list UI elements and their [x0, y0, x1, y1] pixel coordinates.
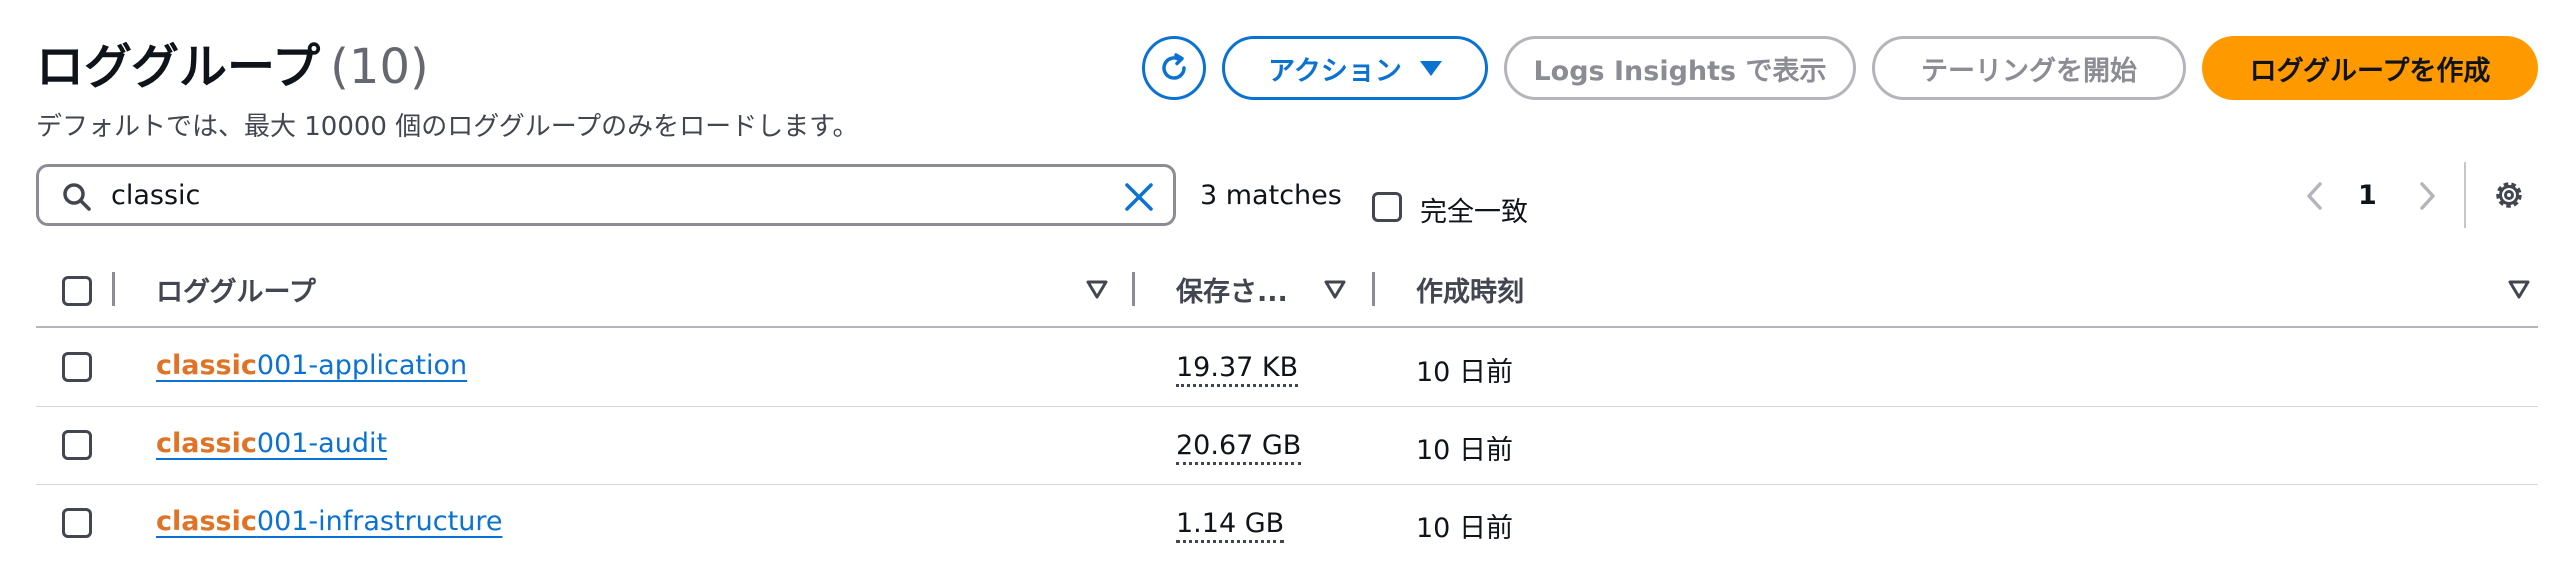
search-icon [63, 183, 91, 211]
log-group-count: (10) [330, 39, 429, 95]
match-count: 3 matches [1200, 180, 1342, 211]
page-title-text: ロググループ [36, 39, 321, 95]
table-header-divider [36, 326, 2538, 328]
column-header-creation-time[interactable]: 作成時刻 [1416, 270, 1524, 309]
previous-page-icon[interactable] [2300, 178, 2330, 214]
log-group-link[interactable]: classic001-infrastructure [156, 506, 502, 537]
pagination-divider [2464, 162, 2466, 228]
select-all-checkbox[interactable] [62, 276, 92, 306]
stored-bytes-value[interactable]: 20.67 GB [1176, 430, 1302, 465]
creation-time-value: 10 日前 [1416, 435, 1513, 466]
creation-time-value: 10 日前 [1416, 357, 1513, 388]
creation-time-value: 10 日前 [1416, 513, 1513, 544]
column-separator [112, 272, 115, 306]
row-divider [36, 484, 2538, 485]
caret-down-icon [1419, 60, 1442, 76]
actions-label: アクション [1268, 55, 1402, 87]
row-divider [36, 406, 2538, 407]
exact-match-checkbox[interactable] [1372, 192, 1402, 222]
sort-icon[interactable] [1324, 280, 1346, 300]
search-highlight: classic [156, 350, 257, 381]
search-box [36, 164, 1176, 226]
search-highlight: classic [156, 506, 257, 537]
log-group-link[interactable]: classic001-audit [156, 428, 387, 459]
insights-label: Logs Insights で表示 [1533, 55, 1827, 87]
clear-search-icon[interactable] [1121, 179, 1157, 215]
exact-match-label: 完全一致 [1420, 197, 1528, 228]
log-group-name-rest: 001-infrastructure [256, 506, 503, 537]
log-groups-page: ロググループ (10) デフォルトでは、最大 10000 個のロググループのみをロ… [0, 0, 2562, 580]
page-title: ロググループ (10) [36, 34, 429, 100]
log-group-name-rest: 001-application [256, 350, 468, 381]
refresh-button[interactable] [1142, 36, 1206, 100]
actions-dropdown-button[interactable]: アクション [1222, 36, 1488, 100]
search-highlight: classic [156, 428, 257, 459]
search-input[interactable] [111, 173, 1111, 217]
column-header-stored-bytes[interactable]: 保存さ... [1176, 270, 1288, 309]
row-checkbox[interactable] [62, 352, 92, 382]
row-checkbox[interactable] [62, 508, 92, 538]
log-group-link[interactable]: classic001-application [156, 350, 467, 381]
page-description: デフォルトでは、最大 10000 個のロググループのみをロードします。 [36, 112, 859, 142]
stored-bytes-value[interactable]: 1.14 GB [1176, 508, 1285, 543]
column-header-log-group[interactable]: ロググループ [156, 270, 316, 309]
sort-icon[interactable] [2508, 280, 2530, 300]
view-in-logs-insights-button[interactable]: Logs Insights で表示 [1504, 36, 1856, 100]
start-tailing-button[interactable]: テーリングを開始 [1872, 36, 2186, 100]
tailing-label: テーリングを開始 [1921, 55, 2137, 87]
current-page-number[interactable]: 1 [2358, 180, 2377, 211]
log-group-name-rest: 001-audit [256, 428, 388, 459]
gear-icon[interactable] [2490, 176, 2528, 214]
next-page-icon[interactable] [2412, 178, 2442, 214]
column-separator[interactable] [1372, 272, 1375, 306]
create-label: ロググループを作成 [2249, 55, 2491, 87]
sort-icon[interactable] [1086, 280, 1108, 300]
stored-bytes-value[interactable]: 19.37 KB [1176, 352, 1299, 387]
column-separator[interactable] [1132, 272, 1135, 306]
refresh-icon [1162, 53, 1186, 80]
row-checkbox[interactable] [62, 430, 92, 460]
create-log-group-button[interactable]: ロググループを作成 [2202, 36, 2538, 100]
